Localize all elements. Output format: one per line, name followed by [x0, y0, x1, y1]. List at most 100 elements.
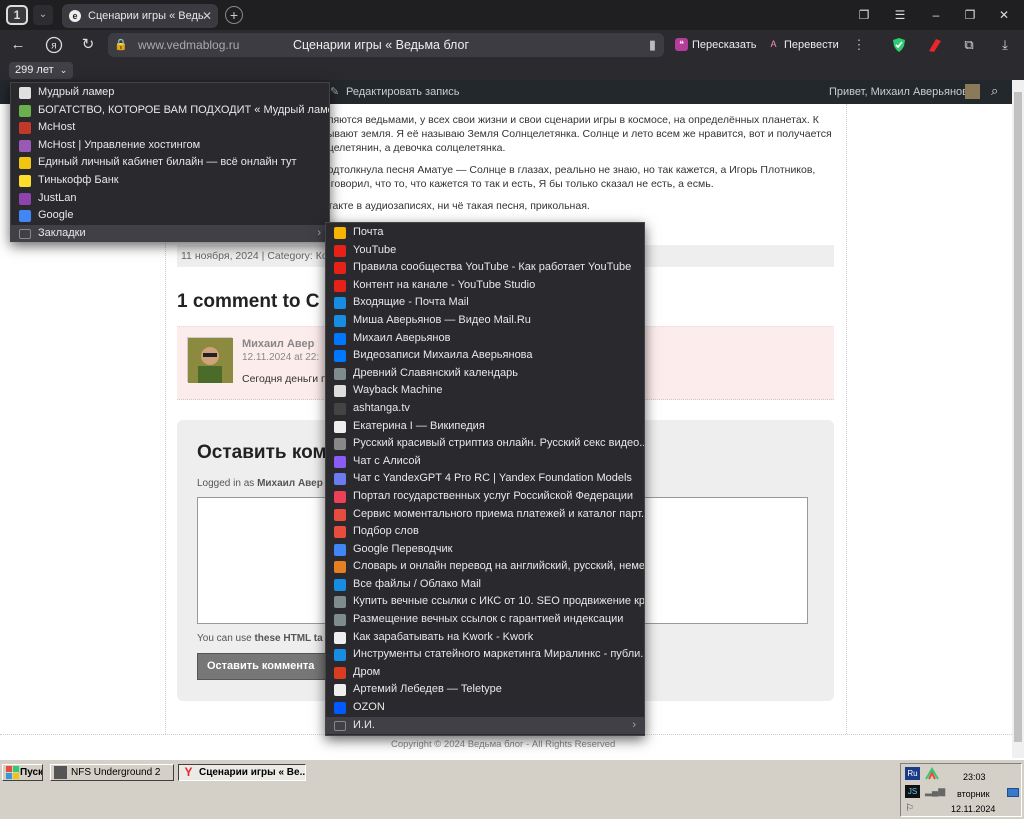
back-icon[interactable]: ← [6, 34, 30, 56]
bookmark-item[interactable]: Контент на канале - YouTube Studio [326, 277, 644, 295]
bookmark-item[interactable]: Чат с Алисой [326, 453, 644, 471]
extensions-icon[interactable]: ⧉ [960, 37, 978, 53]
close-window-icon[interactable]: ✕ [992, 5, 1016, 25]
bookmark-folder-label: 299 лет [15, 64, 54, 76]
bookmark-item[interactable]: ashtanga.tv [326, 400, 644, 418]
comment-text: Сегодня деньги п [242, 373, 327, 385]
bookmark-item[interactable]: Купить вечные ссылки с ИКС от 10. SEO пр… [326, 593, 644, 611]
taskbar-button-nfs[interactable]: NFS Underground 2 [50, 764, 174, 781]
submit-comment-button[interactable]: Оставить коммента [197, 653, 332, 680]
bookmark-item[interactable]: Чат с YandexGPT 4 Pro RC | Yandex Founda… [326, 470, 644, 488]
html-hint-link[interactable]: these HTML ta [254, 633, 322, 644]
bookmark-item[interactable]: Видеозаписи Михаила Аверьянова [326, 347, 644, 365]
bookmark-item[interactable]: Входящие - Почта Mail [326, 294, 644, 312]
bookmark-item[interactable]: Подбор слов [326, 523, 644, 541]
admin-greeting[interactable]: Привет, Михаил Аверьянов [829, 86, 968, 98]
dictionary-icon [334, 561, 346, 574]
bookmark-item[interactable]: Мудрый ламер [11, 84, 329, 102]
address-bar[interactable]: 🔒 www.vedmablog.ru Сценарии игры « Ведьм… [108, 33, 664, 57]
bookmark-label: Wayback Machine [353, 384, 443, 397]
bookmark-item[interactable]: Русский красивый стриптиз онлайн. Русски… [326, 435, 644, 453]
bookmark-item[interactable]: Миша Аверьянов — Видео Mail.Ru [326, 312, 644, 330]
bookmark-item[interactable]: YouTube [326, 242, 644, 260]
clock-time[interactable]: 23:03 [963, 772, 986, 782]
chevron-right-icon: › [632, 718, 636, 731]
scrollbar-thumb[interactable] [1014, 92, 1022, 742]
bookmark-item[interactable]: JustLan [11, 190, 329, 208]
page-scrollbar[interactable] [1012, 80, 1024, 758]
bookmark-item[interactable]: Тинькофф Банк [11, 172, 329, 190]
miralinks-icon [334, 649, 346, 662]
flag-icon[interactable]: ⚐ [905, 803, 919, 815]
bookmark-item[interactable]: Древний Славянский календарь [326, 365, 644, 383]
beeline-icon [19, 157, 31, 170]
bookmark-item[interactable]: Словарь и онлайн перевод на английский, … [326, 558, 644, 576]
chevron-down-icon[interactable]: ⌄ [33, 5, 53, 25]
bookmark-item[interactable]: Портал государственных услуг Российской … [326, 488, 644, 506]
signal-icon[interactable]: ▂▄▆ [925, 786, 945, 798]
plus-icon[interactable]: + [225, 6, 243, 24]
avatar[interactable] [965, 84, 980, 99]
start-button[interactable]: Пуск [2, 764, 43, 781]
bookmark-item[interactable]: Размещение вечных ссылок с гарантией инд… [326, 611, 644, 629]
antivirus-icon[interactable] [925, 767, 939, 780]
bookmark-item[interactable]: Дром [326, 664, 644, 682]
extension-red-icon[interactable] [926, 37, 944, 53]
more-icon[interactable]: ⋮ [850, 37, 868, 53]
bookmark-item[interactable]: И.И. › [326, 716, 644, 735]
tab-counter[interactable]: 1 [6, 5, 28, 25]
bookmark-item[interactable]: Google [11, 207, 329, 225]
bookmark-item[interactable]: Екатерина I — Википедия [326, 418, 644, 436]
bookmark-label: Мудрый ламер [38, 86, 115, 98]
reload-icon[interactable]: ↻ [76, 34, 100, 56]
comments-heading: 1 comment to С [177, 291, 320, 312]
taskbar-button-browser[interactable]: Y Сценарии игры « Ве... [178, 764, 306, 781]
js-icon[interactable]: JS [905, 785, 920, 798]
bookmark-item[interactable]: БОГАТСТВО, КОТОРОЕ ВАМ ПОДХОДИТ « Мудрый… [11, 102, 329, 120]
bookmark-item[interactable]: Google Переводчик [326, 541, 644, 559]
mail-icon [334, 227, 346, 239]
bookmark-item[interactable]: Wayback Machine [326, 382, 644, 400]
yandex-icon[interactable]: я [42, 34, 66, 56]
bookmark-item[interactable]: Сервис моментального приема платежей и к… [326, 506, 644, 524]
bookmark-item[interactable]: Инструменты статейного маркетинга Мирали… [326, 646, 644, 664]
bookmark-item[interactable]: Единый личный кабинет билайн — всё онлай… [11, 154, 329, 172]
bookmark-item[interactable]: OZON [326, 699, 644, 717]
monitor-icon[interactable] [1007, 788, 1019, 797]
bookmark-item[interactable]: Все файлы / Облако Mail [326, 576, 644, 594]
shield-icon[interactable] [890, 37, 908, 53]
bookmark-icon[interactable]: ▮ [649, 37, 656, 53]
bookmark-item[interactable]: Как зарабатывать на Kwork - Kwork [326, 629, 644, 647]
collections-icon[interactable]: ❐ [852, 5, 876, 25]
menu-icon[interactable]: ☰ [888, 5, 912, 25]
logged-in-user[interactable]: Михаил Авер [257, 478, 323, 489]
bookmark-item[interactable]: Артемий Лебедев — Teletype [326, 681, 644, 699]
svg-text:я: я [51, 41, 56, 52]
content-border-right [846, 104, 847, 734]
comment-date[interactable]: 12.11.2024 at 22: [242, 352, 319, 363]
download-icon[interactable]: ⤓ [996, 37, 1014, 53]
search-icon[interactable]: ⌕ [991, 83, 998, 99]
comment-author[interactable]: Михаил Авер [242, 338, 314, 350]
restore-icon[interactable]: ❐ [958, 5, 982, 25]
tab-active[interactable]: e Сценарии игры « Ведь ✕ [62, 4, 218, 28]
retell-button[interactable]: ❝ Пересказать [672, 34, 757, 56]
edit-post-link[interactable]: Редактировать запись [346, 86, 460, 98]
vk-icon [334, 350, 346, 363]
bookmark-item[interactable]: Закладки › [11, 224, 329, 243]
minimize-icon[interactable]: – [924, 5, 948, 25]
mchost-icon [19, 122, 31, 135]
close-icon[interactable]: ✕ [202, 4, 212, 28]
language-indicator[interactable]: Ru [905, 767, 920, 780]
bookmark-folder-299[interactable]: 299 лет ⌄ [9, 62, 74, 79]
ghost-icon: e [69, 10, 81, 22]
link-icon [334, 614, 346, 627]
bookmark-item[interactable]: Михаил Аверьянов [326, 330, 644, 348]
translate-button[interactable]: A Перевести [764, 34, 838, 56]
bookmark-item[interactable]: Почта [326, 224, 644, 242]
bookmark-item[interactable]: McHost | Управление хостингом [11, 137, 329, 155]
bookmark-item[interactable]: Правила сообщества YouTube - Как работае… [326, 259, 644, 277]
bookmark-item[interactable]: McHost [11, 119, 329, 137]
article-line: вляются ведьмами, у всех свои жизни и св… [322, 114, 819, 126]
address-domain: www.vedmablog.ru [138, 38, 240, 52]
